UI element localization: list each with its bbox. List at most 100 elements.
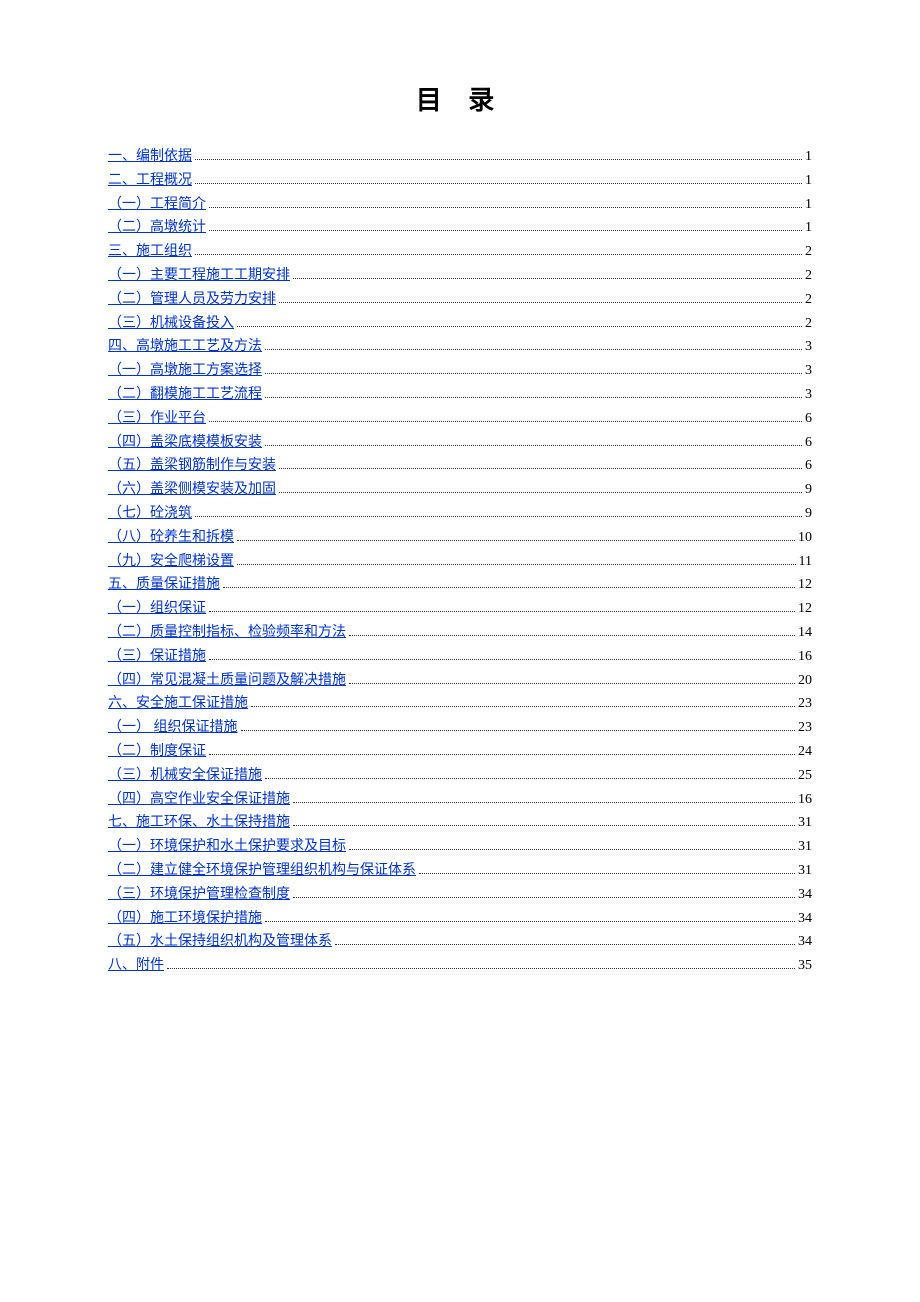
toc-link[interactable]: （四）高空作业安全保证措施 bbox=[108, 788, 290, 812]
toc-link[interactable]: （六）盖梁侧模安装及加固 bbox=[108, 478, 276, 502]
toc-page-number: 20 bbox=[798, 669, 812, 693]
toc-page-number: 6 bbox=[805, 454, 812, 478]
toc-leader-dots bbox=[293, 825, 795, 826]
toc-leader-dots bbox=[265, 445, 802, 446]
toc-leader-dots bbox=[349, 683, 795, 684]
toc-entry: （三）机械设备投入2 bbox=[108, 312, 812, 336]
toc-entry: （七）砼浇筑 9 bbox=[108, 502, 812, 526]
toc-page-number: 1 bbox=[805, 145, 812, 169]
toc-link[interactable]: （一）工程简介 bbox=[108, 193, 206, 217]
toc-page-number: 9 bbox=[805, 478, 812, 502]
toc-leader-dots bbox=[265, 349, 802, 350]
toc-link[interactable]: （四）盖梁底模模板安装 bbox=[108, 431, 262, 455]
toc-link[interactable]: （三）环境保护管理检查制度 bbox=[108, 883, 290, 907]
toc-page-number: 1 bbox=[805, 193, 812, 217]
toc-page-number: 12 bbox=[798, 597, 812, 621]
toc-leader-dots bbox=[209, 230, 802, 231]
toc-link[interactable]: （三）机械设备投入 bbox=[108, 312, 234, 336]
toc-link[interactable]: （二）建立健全环境保护管理组织机构与保证体系 bbox=[108, 859, 416, 883]
toc-leader-dots bbox=[237, 540, 795, 541]
toc-leader-dots bbox=[293, 802, 795, 803]
toc-link[interactable]: （一）环境保护和水土保护要求及目标 bbox=[108, 835, 346, 859]
toc-link[interactable]: （三）保证措施 bbox=[108, 645, 206, 669]
toc-link[interactable]: （二）高墩统计 bbox=[108, 216, 206, 240]
toc-page-number: 6 bbox=[805, 431, 812, 455]
toc-leader-dots bbox=[265, 778, 795, 779]
toc-link[interactable]: （一）高墩施工方案选择 bbox=[108, 359, 262, 383]
toc-link[interactable]: （一） 组织保证措施 bbox=[108, 716, 238, 740]
toc-link[interactable]: 三、施工组织 bbox=[108, 240, 192, 264]
toc-link[interactable]: （七）砼浇筑 bbox=[108, 502, 192, 526]
toc-link[interactable]: 五、质量保证措施 bbox=[108, 573, 220, 597]
toc-page-number: 1 bbox=[805, 216, 812, 240]
toc-page-number: 3 bbox=[805, 359, 812, 383]
toc-page-number: 34 bbox=[798, 883, 812, 907]
toc-leader-dots bbox=[265, 373, 802, 374]
toc-page-number: 34 bbox=[798, 930, 812, 954]
toc-page-number: 31 bbox=[798, 859, 812, 883]
toc-entry: （四）常见混凝土质量问题及解决措施 20 bbox=[108, 669, 812, 693]
toc-leader-dots bbox=[195, 159, 802, 160]
toc-page-number: 2 bbox=[805, 240, 812, 264]
toc-entry: 七、施工环保、水土保持措施 31 bbox=[108, 811, 812, 835]
toc-link[interactable]: （八）砼养生和拆模 bbox=[108, 526, 234, 550]
toc-page-number: 35 bbox=[798, 954, 812, 978]
toc-link[interactable]: 六、安全施工保证措施 bbox=[108, 692, 248, 716]
toc-leader-dots bbox=[349, 849, 795, 850]
toc-link[interactable]: （三）作业平台 bbox=[108, 407, 206, 431]
toc-page-number: 9 bbox=[805, 502, 812, 526]
toc-link[interactable]: 四、高墩施工工艺及方法 bbox=[108, 335, 262, 359]
toc-entry: （二）建立健全环境保护管理组织机构与保证体系 31 bbox=[108, 859, 812, 883]
toc-page-number: 3 bbox=[805, 335, 812, 359]
toc-entry: （六）盖梁侧模安装及加固 9 bbox=[108, 478, 812, 502]
toc-entry: （四）盖梁底模模板安装 6 bbox=[108, 431, 812, 455]
toc-link[interactable]: （二）管理人员及劳力安排 bbox=[108, 288, 276, 312]
toc-entry: （三）环境保护管理检查制度 34 bbox=[108, 883, 812, 907]
toc-leader-dots bbox=[293, 897, 795, 898]
toc-entry: （二）制度保证24 bbox=[108, 740, 812, 764]
toc-leader-dots bbox=[209, 207, 802, 208]
toc-leader-dots bbox=[195, 516, 802, 517]
toc-page-number: 1 bbox=[805, 169, 812, 193]
toc-entry: （四）施工环境保护措施34 bbox=[108, 907, 812, 931]
toc-link[interactable]: （一）组织保证 bbox=[108, 597, 206, 621]
toc-entry: 六、安全施工保证措施23 bbox=[108, 692, 812, 716]
toc-leader-dots bbox=[167, 968, 795, 969]
toc-leader-dots bbox=[237, 326, 802, 327]
toc-leader-dots bbox=[279, 302, 802, 303]
toc-page-number: 31 bbox=[798, 811, 812, 835]
toc-page-number: 2 bbox=[805, 288, 812, 312]
toc-leader-dots bbox=[241, 730, 796, 731]
toc-link[interactable]: （三）机械安全保证措施 bbox=[108, 764, 262, 788]
toc-page-number: 10 bbox=[798, 526, 812, 550]
toc-page-number: 23 bbox=[798, 716, 812, 740]
toc-link[interactable]: 八、附件 bbox=[108, 954, 164, 978]
toc-link[interactable]: （九）安全爬梯设置 bbox=[108, 550, 234, 574]
table-of-contents: 一、编制依据1二、工程概况1（一）工程简介1（二）高墩统计1三、施工组织2（一）… bbox=[108, 145, 812, 978]
toc-entry: （三）作业平台6 bbox=[108, 407, 812, 431]
toc-link[interactable]: （二）翻模施工工艺流程 bbox=[108, 383, 262, 407]
toc-link[interactable]: （四）常见混凝土质量问题及解决措施 bbox=[108, 669, 346, 693]
toc-entry: （八）砼养生和拆模 10 bbox=[108, 526, 812, 550]
toc-link[interactable]: （五）盖梁钢筋制作与安装 bbox=[108, 454, 276, 478]
toc-link[interactable]: （二）制度保证 bbox=[108, 740, 206, 764]
toc-entry: （一）环境保护和水土保护要求及目标31 bbox=[108, 835, 812, 859]
toc-link[interactable]: （四）施工环境保护措施 bbox=[108, 907, 262, 931]
toc-page-number: 12 bbox=[798, 573, 812, 597]
toc-link[interactable]: 二、工程概况 bbox=[108, 169, 192, 193]
toc-leader-dots bbox=[265, 921, 795, 922]
toc-entry: （一）工程简介 1 bbox=[108, 193, 812, 217]
toc-link[interactable]: （五）水土保持组织机构及管理体系 bbox=[108, 930, 332, 954]
toc-link[interactable]: （一）主要工程施工工期安排 bbox=[108, 264, 290, 288]
toc-link[interactable]: （二）质量控制指标、检验频率和方法 bbox=[108, 621, 346, 645]
toc-leader-dots bbox=[195, 254, 802, 255]
toc-leader-dots bbox=[209, 611, 795, 612]
page-title: 目 录 bbox=[108, 80, 812, 117]
toc-leader-dots bbox=[279, 492, 802, 493]
toc-entry: （一）主要工程施工工期安排2 bbox=[108, 264, 812, 288]
toc-entry: （三）机械安全保证措施25 bbox=[108, 764, 812, 788]
toc-leader-dots bbox=[349, 635, 795, 636]
toc-link[interactable]: 一、编制依据 bbox=[108, 145, 192, 169]
toc-link[interactable]: 七、施工环保、水土保持措施 bbox=[108, 811, 290, 835]
toc-entry: （二）质量控制指标、检验频率和方法14 bbox=[108, 621, 812, 645]
